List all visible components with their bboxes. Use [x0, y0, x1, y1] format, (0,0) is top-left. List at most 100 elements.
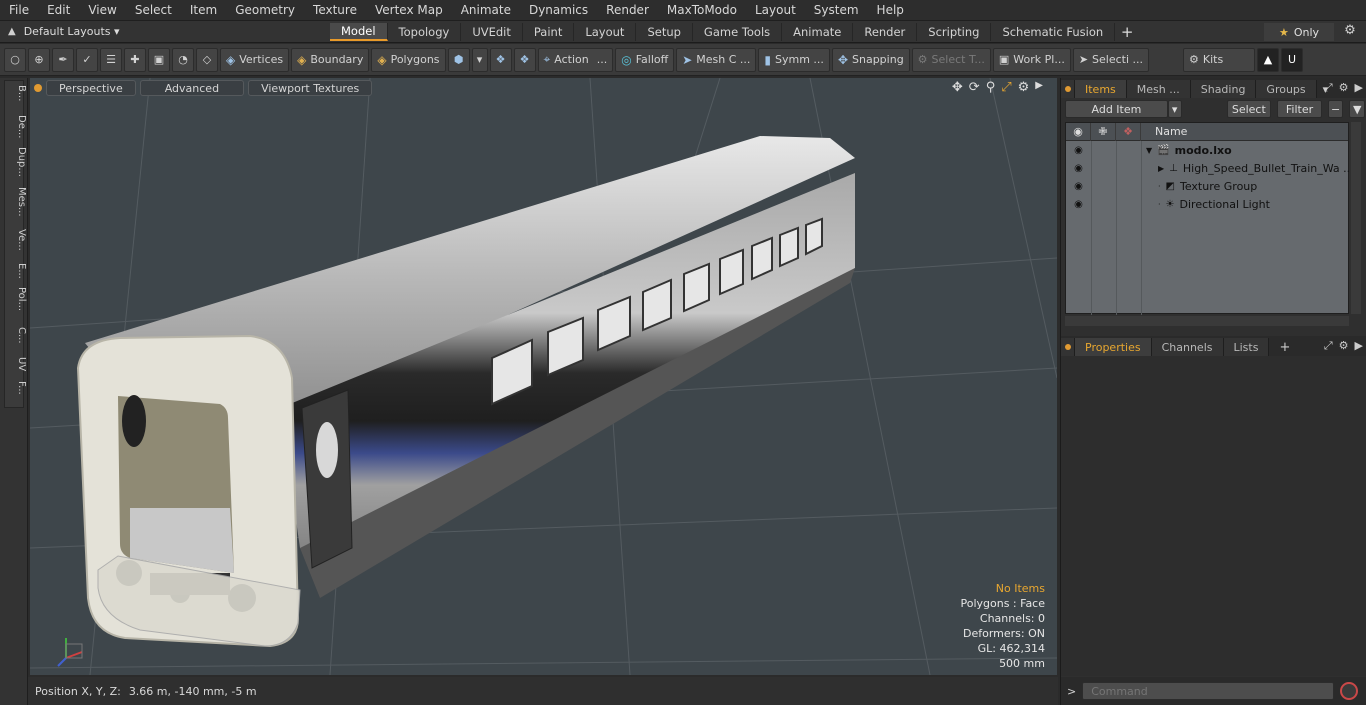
only-toggle[interactable]: ★ Only	[1264, 23, 1334, 41]
name-column-header[interactable]: Name	[1141, 125, 1187, 138]
expanded-arrow-icon[interactable]: ▼	[1146, 146, 1152, 155]
frame-icon[interactable]: ▣	[148, 47, 170, 72]
left-tab-5[interactable]: E...	[9, 263, 27, 279]
menu-item[interactable]: Item	[181, 3, 226, 17]
item-list-hscroll[interactable]	[1065, 316, 1349, 326]
tab-render[interactable]: Render	[853, 22, 918, 41]
auto-select-icon[interactable]: ❖	[489, 47, 512, 72]
tab-topology[interactable]: Topology	[388, 22, 462, 41]
action-center-button[interactable]: ⌖ Action...	[537, 47, 614, 72]
tab-scripting[interactable]: Scripting	[917, 22, 992, 41]
eye-icon[interactable]: ◉	[1066, 163, 1091, 174]
center-icon[interactable]: ✚	[124, 47, 146, 72]
kits-button[interactable]: ⚙ Kits	[1183, 47, 1256, 72]
align-icon[interactable]: ☰	[100, 47, 122, 72]
menu-layout[interactable]: Layout	[746, 3, 805, 17]
render-column-icon[interactable]: ❖	[1116, 122, 1141, 141]
advanced-button[interactable]: Advanced	[139, 80, 245, 96]
menu-texture[interactable]: Texture	[304, 3, 366, 17]
unity-icon[interactable]: ▲	[1257, 47, 1280, 72]
tab-model[interactable]: Model	[330, 22, 388, 41]
visibility-column-icon[interactable]: ◉	[1066, 122, 1091, 141]
tab-properties[interactable]: Properties	[1075, 338, 1152, 356]
perspective-button[interactable]: Perspective	[46, 80, 136, 96]
pivot-icon[interactable]: ❖	[513, 47, 536, 72]
tab-layout[interactable]: Layout	[574, 22, 637, 41]
viewport-menu-dot[interactable]	[34, 84, 42, 92]
left-tab-0[interactable]: B...	[9, 85, 27, 101]
tab-channels[interactable]: Channels	[1151, 338, 1224, 356]
mesh-constraint-button[interactable]: ➤ Mesh C ...	[676, 47, 757, 72]
item-mode-icon[interactable]: ◇	[196, 47, 218, 72]
add-item-dropdown[interactable]: ▾	[1167, 100, 1182, 118]
orbit-icon[interactable]: ⟳	[969, 80, 980, 95]
brush-icon[interactable]: ✓	[76, 47, 98, 72]
tab-game-tools[interactable]: Game Tools	[693, 22, 783, 41]
menu-geometry[interactable]: Geometry	[226, 3, 304, 17]
panel-gear-icon[interactable]: ⚙	[1339, 81, 1349, 95]
item-row[interactable]: ◉ · ◩ Texture Group	[1066, 177, 1348, 195]
left-tab-7[interactable]: C...	[9, 327, 27, 344]
vertices-button[interactable]: ◈ Vertices	[220, 47, 290, 72]
expand-panel-icon[interactable]: ⤢	[1324, 81, 1333, 95]
left-tab-9[interactable]: F...	[9, 381, 27, 395]
left-tab-2[interactable]: Dup...	[9, 147, 27, 177]
tab-lists[interactable]: Lists	[1223, 338, 1270, 356]
menu-maxtomodo[interactable]: MaxToModo	[658, 3, 746, 17]
material-dropdown-icon[interactable]: ▾	[471, 47, 488, 72]
select-button[interactable]: Select	[1226, 100, 1272, 118]
tab-paint[interactable]: Paint	[523, 22, 575, 41]
item-row[interactable]: ◉ ▶ ⊥ High_Speed_Bullet_Train_Wa ...	[1066, 159, 1354, 177]
filter-button[interactable]: Filter	[1277, 100, 1322, 118]
menu-select[interactable]: Select	[126, 3, 181, 17]
add-item-button[interactable]: Add Item	[1065, 100, 1168, 118]
eye-icon[interactable]: ◉	[1066, 181, 1091, 192]
menu-edit[interactable]: Edit	[38, 3, 79, 17]
menu-file[interactable]: File	[0, 3, 38, 17]
material-icon[interactable]: ⬢	[447, 47, 470, 72]
tab-uvedit[interactable]: UVEdit	[461, 22, 523, 41]
viewport-textures-button[interactable]: Viewport Textures	[248, 80, 373, 96]
tab-groups[interactable]: Groups	[1256, 80, 1317, 98]
add-properties-tab-button[interactable]: +	[1269, 338, 1300, 356]
item-row[interactable]: ◉ · ☀ Directional Light	[1066, 195, 1348, 213]
panel-menu-dot[interactable]	[1061, 80, 1075, 98]
tab-setup[interactable]: Setup	[636, 22, 693, 41]
selection-sets-button[interactable]: ➤ Selecti ...	[1072, 47, 1150, 72]
eye-icon[interactable]: ◉	[1066, 199, 1091, 210]
collapsed-arrow-icon[interactable]: ▶	[1158, 164, 1164, 173]
menu-render[interactable]: Render	[597, 3, 658, 17]
tab-mesh[interactable]: Mesh ...	[1126, 80, 1191, 98]
left-tab-4[interactable]: Ve...	[9, 229, 27, 251]
properties-menu-dot[interactable]	[1061, 338, 1075, 356]
left-tab-6[interactable]: Pol...	[9, 287, 27, 311]
menu-system[interactable]: System	[805, 3, 868, 17]
tab-shading[interactable]: Shading	[1190, 80, 1257, 98]
boundary-button[interactable]: ◈ Boundary	[291, 47, 370, 72]
menu-help[interactable]: Help	[868, 3, 913, 17]
menu-animate[interactable]: Animate	[452, 3, 520, 17]
globe-icon[interactable]: ⊕	[28, 47, 50, 72]
select-through-button[interactable]: ⚙ Select T...	[911, 47, 991, 72]
expand-properties-icon[interactable]: ⤢	[1324, 339, 1333, 353]
left-tab-3[interactable]: Mes...	[9, 187, 27, 217]
menu-dynamics[interactable]: Dynamics	[520, 3, 597, 17]
layout-up-icon[interactable]: ▲	[8, 26, 16, 37]
tab-items[interactable]: Items	[1075, 80, 1127, 98]
snapping-button[interactable]: ✥ Snapping	[831, 47, 910, 72]
filter-funnel-icon[interactable]: ▼	[1349, 100, 1365, 118]
tab-animate[interactable]: Animate	[782, 22, 854, 41]
polygons-button[interactable]: ◈ Polygons	[371, 47, 446, 72]
rotate-icon[interactable]: ◔	[172, 47, 194, 72]
viewport-expand-icon[interactable]: ▶	[1035, 80, 1043, 95]
add-layout-tab-button[interactable]: +	[1115, 23, 1139, 41]
gear-icon[interactable]: ⚙	[1340, 23, 1360, 41]
properties-arrow-icon[interactable]: ▶	[1355, 339, 1363, 353]
left-tab-8[interactable]: UV	[9, 357, 27, 371]
menu-vertex-map[interactable]: Vertex Map	[366, 3, 452, 17]
pen-icon[interactable]: ✒	[52, 47, 74, 72]
fit-icon[interactable]: ⤢	[1001, 80, 1011, 95]
command-input[interactable]	[1082, 682, 1335, 700]
menu-view[interactable]: View	[79, 3, 125, 17]
viewport-scene[interactable]	[30, 78, 1057, 675]
